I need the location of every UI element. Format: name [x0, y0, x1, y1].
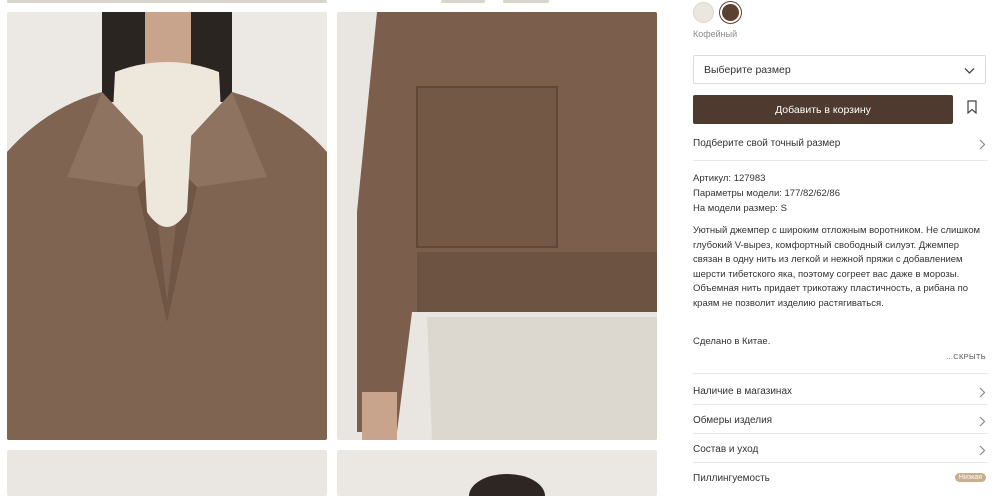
composition-row[interactable]: Состав и уход	[693, 444, 988, 456]
product-description: Уютный джемпер с широким отложным воротн…	[693, 225, 981, 309]
pilling-label: Пиллингуемость	[693, 473, 770, 484]
measurements-row[interactable]: Обмеры изделия	[693, 415, 988, 427]
divider	[693, 160, 988, 161]
prev-photo-strip	[503, 0, 549, 3]
product-photo-detail[interactable]	[337, 12, 657, 440]
pilling-badge: Низкая	[954, 473, 986, 482]
color-swatch-coffee[interactable]	[720, 2, 741, 23]
color-swatch-light[interactable]	[693, 2, 714, 23]
availability-row[interactable]: Наличие в магазинах	[693, 386, 988, 398]
add-to-cart-label: Добавить в корзину	[775, 103, 871, 116]
divider	[693, 462, 988, 463]
chevron-right-icon	[979, 445, 986, 456]
pilling-row[interactable]: Пиллингуемость	[693, 473, 988, 484]
selected-color-name: Кофейный	[693, 29, 738, 39]
model-params: Параметры модели: 177/82/62/86	[693, 188, 840, 199]
size-select-label: Выберите размер	[704, 63, 791, 76]
model-size: На модели размер: S	[693, 203, 787, 214]
add-to-cart-button[interactable]: Добавить в корзину	[693, 95, 953, 124]
product-photo-front[interactable]	[7, 12, 327, 440]
prev-photo-strip	[7, 0, 327, 3]
country-of-origin: Сделано в Китае.	[693, 336, 771, 347]
product-photo-3[interactable]	[7, 450, 327, 496]
chevron-down-icon	[964, 68, 975, 74]
hide-description-link[interactable]: ...СКРЫТЬ	[946, 352, 986, 361]
article-number: Артикул: 127983	[693, 173, 766, 184]
prev-photo-strip	[441, 0, 485, 3]
availability-label: Наличие в магазинах	[693, 386, 792, 397]
measurements-label: Обмеры изделия	[693, 415, 773, 426]
bookmark-icon[interactable]	[967, 100, 977, 114]
divider	[693, 373, 988, 374]
chevron-right-icon	[979, 387, 986, 398]
chevron-right-icon	[979, 416, 986, 427]
size-select[interactable]: Выберите размер	[693, 55, 986, 84]
chevron-right-icon	[979, 139, 986, 150]
divider	[693, 433, 988, 434]
divider	[693, 404, 988, 405]
product-info-panel: Кофейный Выберите размер Добавить в корз…	[693, 0, 988, 496]
size-guide-label: Подберите свой точный размер	[693, 138, 841, 149]
size-guide-link[interactable]: Подберите свой точный размер	[693, 138, 988, 150]
composition-label: Состав и уход	[693, 444, 759, 455]
product-photo-4[interactable]	[337, 450, 657, 496]
